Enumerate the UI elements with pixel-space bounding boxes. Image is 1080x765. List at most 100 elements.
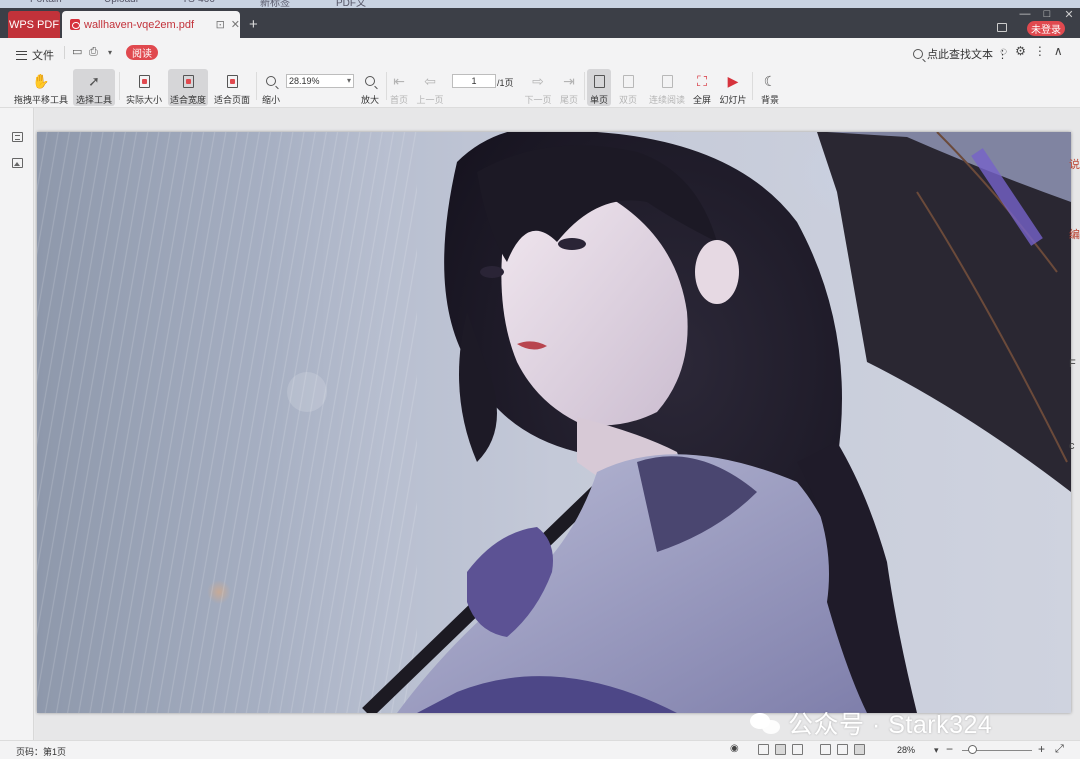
find-text-label: 点此查找文本: [927, 49, 993, 61]
edge-fragment: 说: [1069, 159, 1080, 171]
minimize-button[interactable]: —: [1014, 8, 1036, 21]
background-button[interactable]: ☾ 背景: [756, 69, 784, 106]
browser-tab[interactable]: Uploadi: [104, 0, 138, 8]
background-label: 背景: [760, 95, 779, 105]
fullscreen-icon: ⛶: [697, 73, 707, 89]
document-viewport[interactable]: [35, 108, 1080, 740]
divider: [64, 46, 65, 59]
hand-icon: ✋: [32, 73, 50, 89]
chevron-down-icon[interactable]: ▾: [347, 76, 351, 85]
first-page-label: 首页: [389, 95, 408, 105]
new-tab-button[interactable]: +: [249, 17, 258, 32]
collapse-ribbon-icon[interactable]: ∧: [1054, 44, 1063, 58]
actual-size-label: 实际大小: [125, 95, 162, 105]
fit-width-button[interactable]: 适合宽度: [168, 69, 208, 106]
zoom-in-label: 放大: [360, 95, 379, 105]
fullscreen-button[interactable]: ⛶ 全屏: [690, 69, 714, 106]
read-mode-button[interactable]: 阅读: [126, 45, 158, 60]
more-options-icon[interactable]: ⋮: [1034, 44, 1046, 58]
prev-page-button[interactable]: ⇦ 上一页: [414, 69, 446, 106]
actual-size-button[interactable]: 实际大小: [124, 69, 164, 106]
maximize-button[interactable]: □: [1036, 8, 1058, 21]
chevron-down-icon[interactable]: ▾: [934, 744, 939, 756]
divider: [256, 72, 257, 100]
hand-tool-button[interactable]: ✋ 拖拽平移工具: [12, 69, 70, 106]
zoom-in-button[interactable]: 放大: [358, 69, 382, 106]
find-text-search[interactable]: 点此查找文本 ⋮: [913, 46, 1008, 62]
left-side-panel: [0, 108, 34, 740]
continuous-read-button[interactable]: 连续阅读: [647, 69, 687, 106]
next-page-button[interactable]: ⇨ 下一页: [522, 69, 554, 106]
zoom-percentage[interactable]: 28%: [897, 745, 915, 755]
cursor-icon: ➚: [88, 73, 100, 89]
next-page-label: 下一页: [524, 95, 552, 105]
moon-icon: ☾: [763, 73, 777, 89]
fullscreen-icon[interactable]: ⤢: [1055, 743, 1064, 755]
fit-page-view-icon[interactable]: [837, 744, 848, 755]
divider: [119, 72, 120, 100]
background-window-edge: 说 编 F c: [1069, 150, 1080, 650]
menu-right-controls: ◌ ⚙ ⋮ ∧: [1000, 44, 1063, 58]
continuous-read-icon: [661, 72, 673, 90]
dual-page-view-icon[interactable]: [792, 744, 803, 755]
zoom-slider-handle[interactable]: [968, 745, 977, 754]
edge-fragment: F: [1069, 358, 1076, 370]
pdf-icon: [70, 19, 80, 30]
open-folder-icon[interactable]: ▭: [72, 47, 82, 58]
browser-tab[interactable]: TS-466: [182, 0, 215, 8]
actual-size-icon: [138, 72, 150, 90]
zoom-in-icon: [365, 72, 375, 90]
dual-page-label: 双页: [618, 95, 637, 105]
last-page-label: 尾页: [559, 95, 578, 105]
fit-page-button[interactable]: 适合页面: [212, 69, 252, 106]
single-page-view-icon[interactable]: [775, 744, 786, 755]
zoom-input[interactable]: 28.19% ▾: [286, 74, 354, 88]
document-tab[interactable]: wallhaven-vqe2em.pdf ⊡ ✕: [62, 11, 240, 38]
first-page-button[interactable]: ⇤ 首页: [388, 69, 410, 106]
page-number-input[interactable]: 1: [452, 74, 496, 88]
login-button[interactable]: 未登录: [1027, 21, 1065, 36]
divider: [386, 72, 387, 100]
pin-icon[interactable]: ⊡: [216, 18, 225, 31]
zoom-out-button[interactable]: 缩小: [259, 69, 283, 106]
wechat-watermark: 公众号 · Stark324: [750, 705, 992, 741]
fullscreen-label: 全屏: [692, 95, 711, 105]
device-icon[interactable]: [997, 23, 1007, 32]
taskbar-edge: [0, 759, 1080, 765]
zoom-in-button[interactable]: +: [1038, 743, 1045, 755]
slideshow-button[interactable]: ▶ 幻灯片: [718, 69, 748, 106]
page-total: /1页: [497, 78, 514, 88]
divider: [584, 72, 585, 100]
zoom-out-label: 缩小: [261, 95, 280, 105]
select-tool-button[interactable]: ➚ 选择工具: [73, 69, 115, 106]
page-indicator: 页码：第1页: [16, 747, 67, 757]
last-page-button[interactable]: ⇥ 尾页: [557, 69, 581, 106]
zoom-out-button[interactable]: −: [946, 743, 953, 755]
close-tab-icon[interactable]: ✕: [231, 18, 240, 31]
gear-icon[interactable]: ⚙: [1015, 44, 1026, 58]
wps-pdf-tab[interactable]: WPS PDF: [8, 11, 60, 38]
fit-width-icon: [182, 72, 194, 90]
thumbnail-icon[interactable]: [12, 158, 23, 168]
divider: [752, 72, 753, 100]
view-mode-icon[interactable]: [758, 744, 769, 755]
close-window-button[interactable]: ✕: [1058, 8, 1080, 21]
print-icon[interactable]: ⎙: [89, 47, 98, 58]
single-page-button[interactable]: 单页: [587, 69, 611, 106]
outline-icon[interactable]: [12, 132, 23, 142]
file-menu[interactable]: 文件: [16, 47, 54, 63]
fit-width-view-icon[interactable]: [820, 744, 831, 755]
actual-size-view-icon[interactable]: [854, 744, 865, 755]
first-page-icon: ⇤: [393, 73, 405, 89]
single-page-label: 单页: [589, 95, 608, 105]
continuous-read-label: 连续阅读: [648, 95, 685, 105]
watermark-text: 公众号 · Stark324: [788, 711, 993, 739]
arrow-right-icon: ⇨: [532, 73, 544, 89]
chat-icon[interactable]: ◌: [1000, 44, 1007, 58]
browser-tab[interactable]: 新标签: [260, 0, 290, 8]
chevron-down-icon[interactable]: ▾: [108, 47, 112, 58]
eye-protection-icon[interactable]: ◉: [730, 743, 739, 755]
dual-page-button[interactable]: 双页: [614, 69, 642, 106]
browser-tab[interactable]: Portain: [30, 0, 62, 8]
browser-tab[interactable]: PDF文: [336, 0, 366, 8]
